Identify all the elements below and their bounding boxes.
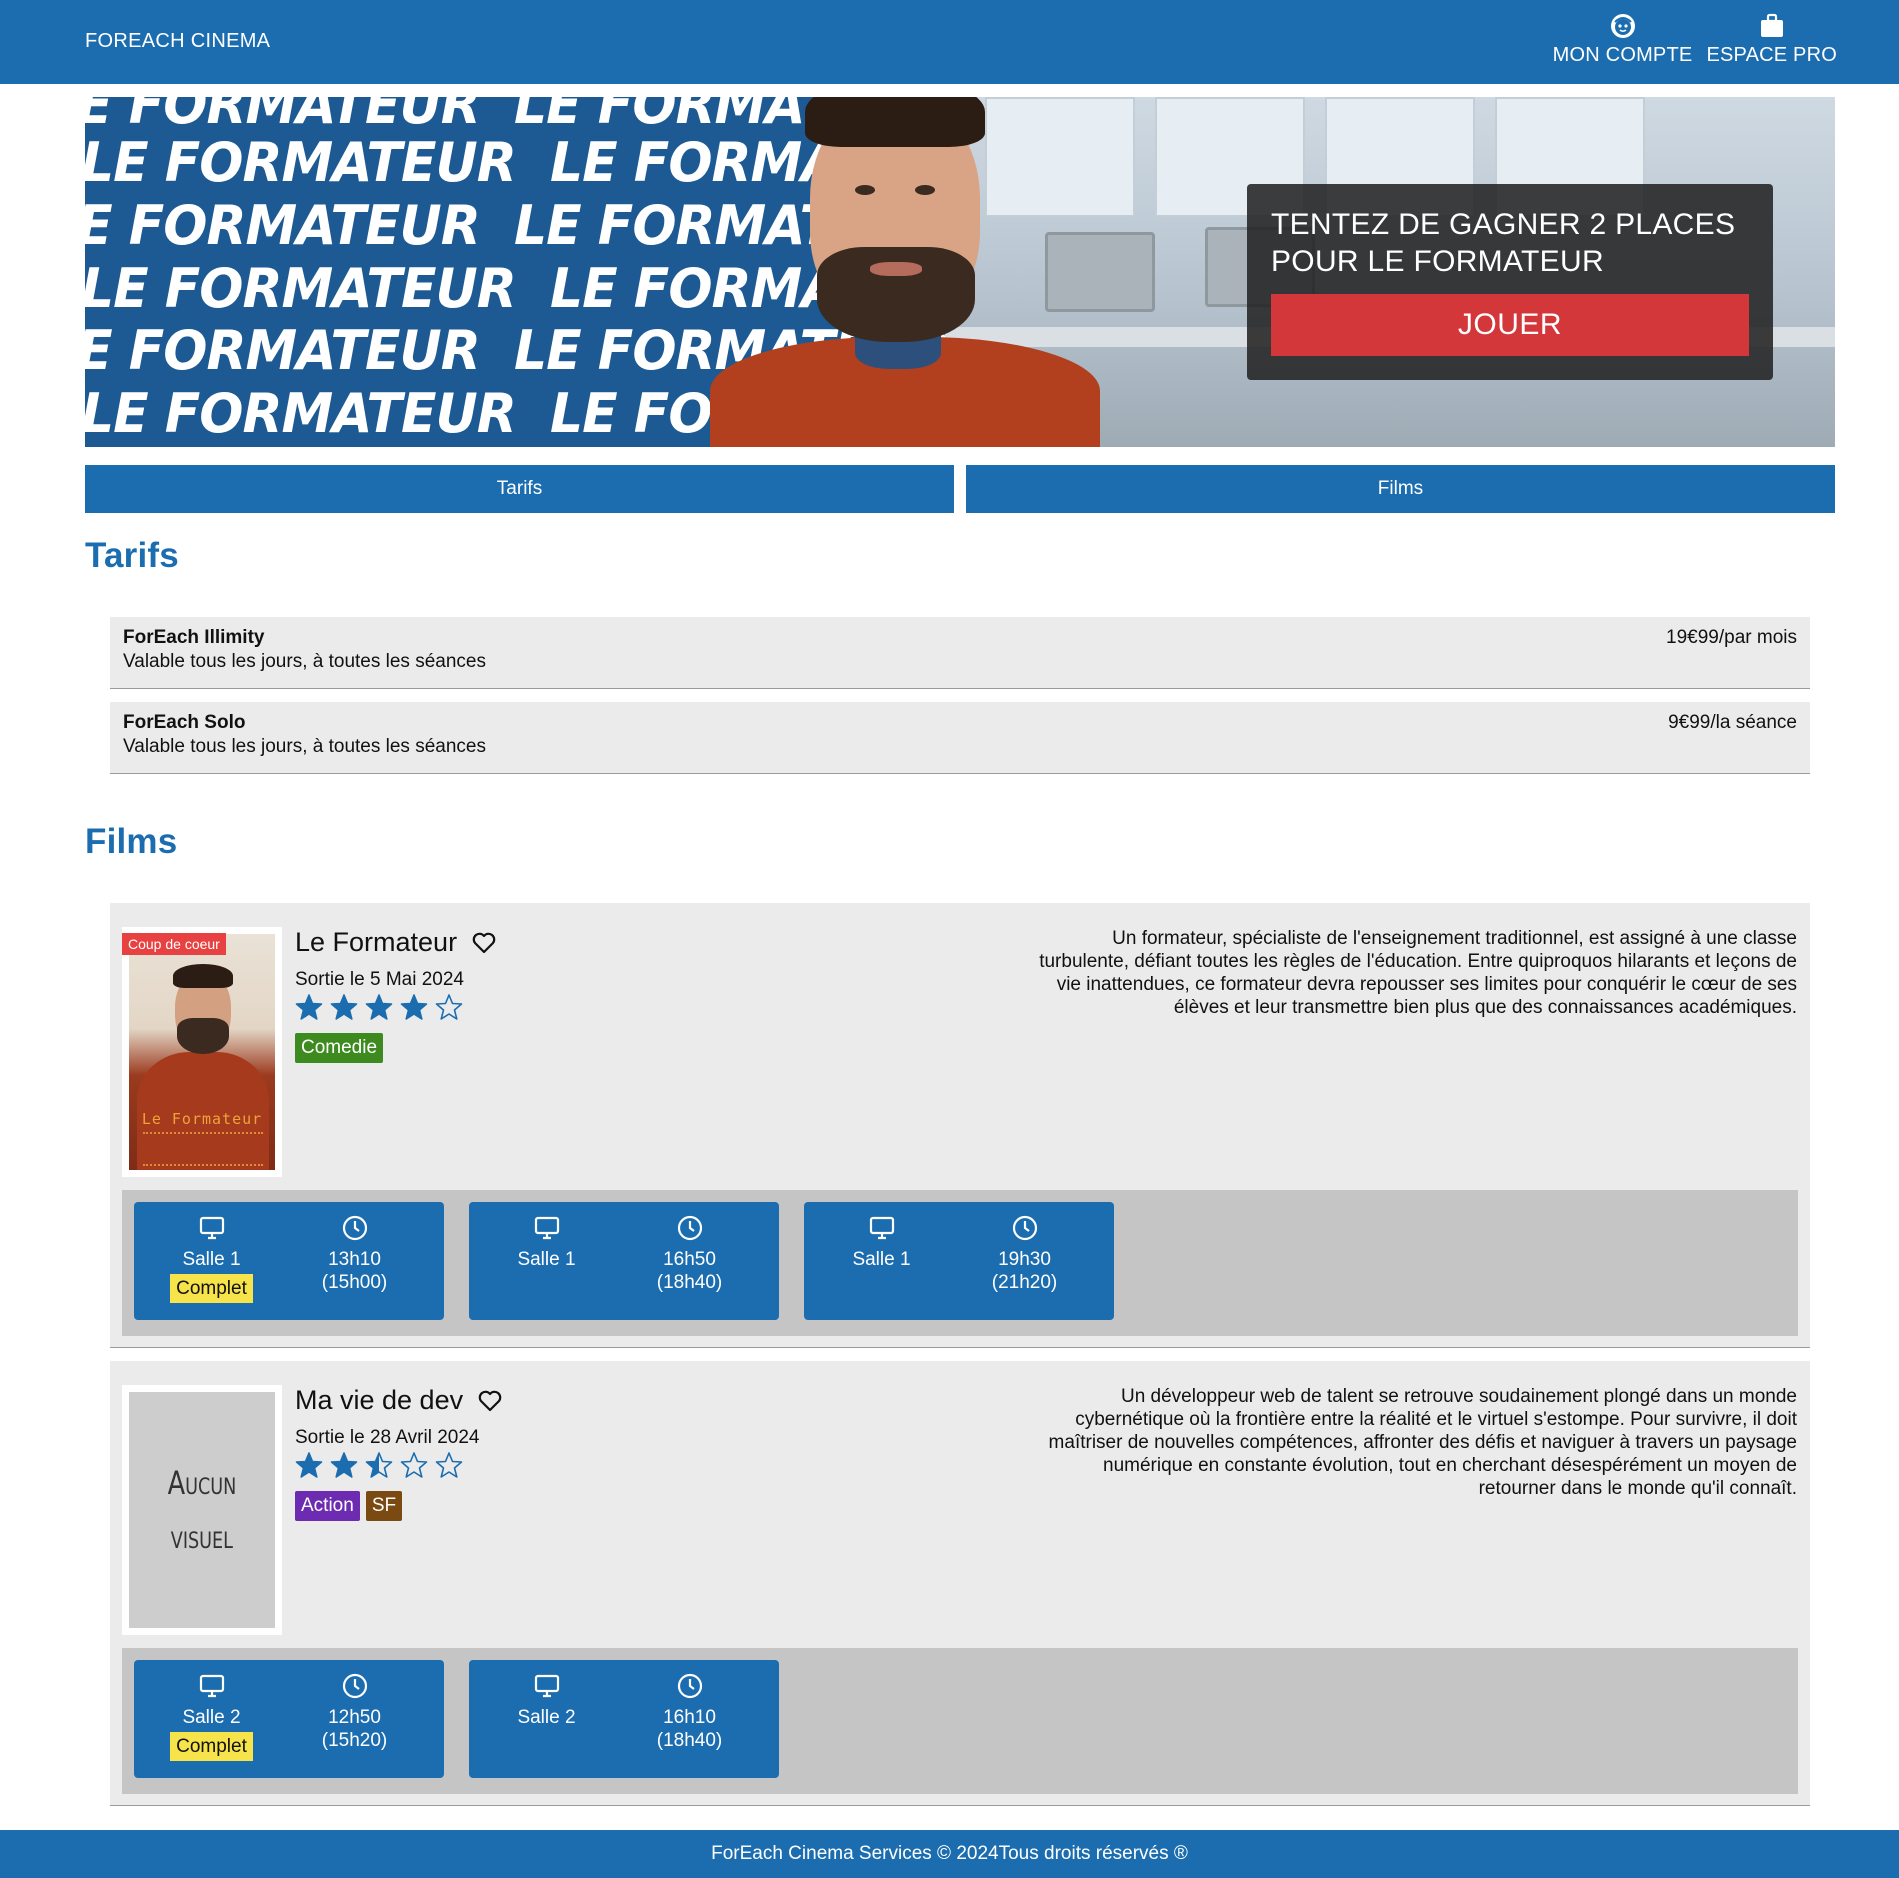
clock-icon: [677, 1215, 702, 1241]
session-start: 16h10: [663, 1707, 716, 1728]
film-title-text: Ma vie de dev: [295, 1385, 464, 1415]
session-start: 12h50: [328, 1707, 381, 1728]
film-poster[interactable]: Aucun visuel: [122, 1385, 282, 1635]
genre-badge: Action: [295, 1491, 360, 1521]
session-button[interactable]: Salle 2 16h10 (18h40): [469, 1660, 779, 1778]
star-half-icon: [365, 1452, 393, 1478]
star-empty-icon: [435, 994, 463, 1020]
promo-contest-box: TENTEZ DE GAGNER 2 PLACES POUR LE FORMAT…: [1247, 184, 1773, 380]
session-end: (18h40): [656, 1272, 723, 1293]
film-card: Le Formateur Coup de coeur Le Formateur …: [110, 903, 1810, 1348]
footer: ForEach Cinema Services © 2024Tous droit…: [0, 1830, 1899, 1878]
coup-de-coeur-badge: Coup de coeur: [122, 933, 226, 955]
star-full-icon: [295, 994, 323, 1020]
screen-icon: [199, 1216, 224, 1240]
film-genres: Comedie: [295, 1033, 384, 1063]
screen-icon: [199, 1674, 224, 1698]
tarifs-heading: Tarifs: [85, 536, 179, 575]
complet-badge: Complet: [170, 1274, 253, 1303]
film-genres: Action SF: [295, 1491, 403, 1521]
film-rating: [295, 993, 463, 1021]
film-synopsis: Un formateur, spécialiste de l'enseignem…: [1039, 928, 1797, 1018]
briefcase-icon: [1760, 13, 1783, 37]
session-room: Salle 2: [182, 1707, 241, 1728]
no-poster-placeholder: Aucun visuel: [129, 1392, 275, 1628]
film-title: Le Formateur: [295, 927, 497, 958]
session-button[interactable]: Salle 1 Complet 13h10 (15h00): [134, 1202, 444, 1320]
tarif-name: ForEach Solo: [123, 712, 246, 733]
star-empty-icon: [400, 1452, 428, 1478]
film-release-date: Sortie le 5 Mai 2024: [295, 969, 464, 990]
film-title: Ma vie de dev: [295, 1385, 503, 1416]
session-start: 19h30: [998, 1249, 1051, 1270]
clock-icon: [342, 1215, 367, 1241]
nav-label: ESPACE PRO: [1706, 44, 1837, 66]
heart-icon[interactable]: [471, 930, 497, 956]
film-release-date: Sortie le 28 Avril 2024: [295, 1427, 480, 1448]
session-end: (15h00): [321, 1272, 388, 1293]
tarif-row: ForEach Solo Valable tous les jours, à t…: [110, 702, 1810, 774]
tarif-name: ForEach Illimity: [123, 627, 265, 648]
complet-badge: Complet: [170, 1732, 253, 1761]
nav-label: MON COMPTE: [1552, 44, 1693, 66]
tab-tarifs[interactable]: Tarifs: [85, 465, 954, 513]
genre-badge: Comedie: [295, 1033, 384, 1063]
session-button[interactable]: Salle 2 Complet 12h50 (15h20): [134, 1660, 444, 1778]
star-full-icon: [365, 994, 393, 1020]
screen-icon: [534, 1674, 559, 1698]
brand-logo[interactable]: FOREACH CINEMA: [85, 30, 270, 53]
screen-icon: [534, 1216, 559, 1240]
star-full-icon: [330, 1452, 358, 1478]
session-room: Salle 1: [517, 1249, 576, 1270]
promo-title: TENTEZ DE GAGNER 2 PLACES POUR LE FORMAT…: [1271, 208, 1736, 278]
star-empty-icon: [435, 1452, 463, 1478]
tarif-price: 19€99/par mois: [1666, 627, 1797, 648]
session-end: (21h20): [991, 1272, 1058, 1293]
film-title-text: Le Formateur: [295, 927, 458, 957]
clock-icon: [342, 1673, 367, 1699]
star-full-icon: [400, 994, 428, 1020]
session-start: 13h10: [328, 1249, 381, 1270]
tarif-description: Valable tous les jours, à toutes les séa…: [123, 736, 486, 757]
footer-copyright: ForEach Cinema Services © 2024Tous droit…: [711, 1843, 1188, 1864]
film-poster[interactable]: Le Formateur: [122, 927, 282, 1177]
tarif-price: 9€99/la séance: [1668, 712, 1797, 733]
session-start: 16h50: [663, 1249, 716, 1270]
nav-espace-pro[interactable]: ESPACE PRO: [1706, 12, 1837, 67]
top-nav: MON COMPTE ESPACE PRO: [1553, 12, 1837, 67]
account-icon: [1610, 14, 1635, 38]
star-full-icon: [330, 994, 358, 1020]
film-synopsis: Un développeur web de talent se retrouve…: [1048, 1386, 1797, 1499]
heart-icon[interactable]: [477, 1388, 503, 1414]
session-end: (15h20): [321, 1730, 388, 1751]
session-button[interactable]: Salle 1 16h50 (18h40): [469, 1202, 779, 1320]
play-button[interactable]: JOUER: [1271, 294, 1749, 356]
tab-films[interactable]: Films: [966, 465, 1835, 513]
banner-actor-image: [705, 97, 1175, 447]
star-full-icon: [295, 1452, 323, 1478]
film-card: Aucun visuel Ma vie de dev Sortie le 28 …: [110, 1361, 1810, 1806]
film-sessions: Salle 2 Complet 12h50 (15h20) Salle 2 16…: [122, 1648, 1798, 1794]
film-sessions: Salle 1 Complet 13h10 (15h00) Salle 1 16…: [122, 1190, 1798, 1336]
session-end: (18h40): [656, 1730, 723, 1751]
session-room: Salle 1: [852, 1249, 911, 1270]
poster-title: Le Formateur: [141, 1110, 263, 1128]
session-room: Salle 2: [517, 1707, 576, 1728]
screen-icon: [869, 1216, 894, 1240]
session-button[interactable]: Salle 1 19h30 (21h20): [804, 1202, 1114, 1320]
session-room: Salle 1: [182, 1249, 241, 1270]
film-rating: [295, 1451, 463, 1479]
tarif-description: Valable tous les jours, à toutes les séa…: [123, 651, 486, 672]
tarif-row: ForEach Illimity Valable tous les jours,…: [110, 617, 1810, 689]
nav-mon-compte[interactable]: MON COMPTE: [1553, 12, 1693, 67]
clock-icon: [1012, 1215, 1037, 1241]
genre-badge: SF: [365, 1491, 403, 1521]
films-heading: Films: [85, 822, 178, 861]
clock-icon: [677, 1673, 702, 1699]
top-navbar: FOREACH CINEMA MON COMPTE ESPACE PRO: [0, 0, 1899, 84]
